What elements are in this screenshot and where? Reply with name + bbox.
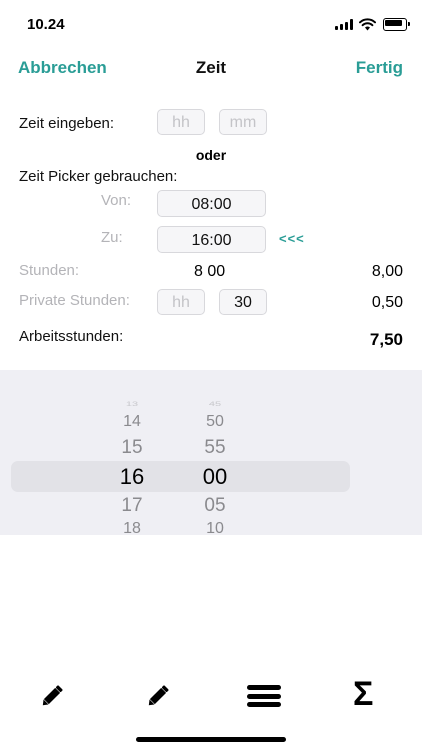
signal-icon: [335, 19, 353, 30]
minute-option[interactable]: 10: [185, 520, 245, 535]
status-time: 10.24: [27, 16, 65, 33]
zeit-eingeben-label: Zeit eingeben:: [19, 115, 115, 132]
private-stunden-label: Private Stunden:: [19, 292, 130, 309]
oder-label: oder: [195, 147, 227, 163]
minute-option-selected[interactable]: 00: [185, 464, 245, 490]
hour-option[interactable]: 15: [102, 437, 162, 459]
private-stunden-decimal: 0,50: [371, 294, 403, 311]
battery-icon: [383, 18, 410, 31]
arbeitsstunden-value: 7,50: [369, 330, 403, 349]
von-time-field[interactable]: 08:00: [157, 190, 266, 217]
stunden-value: 8 00: [194, 263, 226, 280]
minute-option[interactable]: 50: [185, 413, 245, 431]
arbeitsstunden-label: Arbeitsstunden:: [19, 328, 124, 345]
zu-time-field[interactable]: 16:00: [157, 226, 266, 253]
hour-option-selected[interactable]: 16: [102, 464, 162, 490]
stunden-label: Stunden:: [19, 262, 80, 279]
done-button[interactable]: Fertig: [356, 58, 403, 78]
pencil-icon[interactable]: [144, 682, 172, 710]
zu-label: Zu:: [101, 229, 123, 246]
menu-icon[interactable]: [247, 685, 281, 707]
hours-input[interactable]: hh: [157, 109, 205, 135]
von-label: Von:: [101, 192, 132, 209]
private-hours-input[interactable]: hh: [157, 289, 205, 315]
wifi-icon: [359, 18, 376, 31]
copy-arrow-button[interactable]: <<<: [279, 231, 305, 246]
pencil-icon[interactable]: [38, 682, 66, 710]
zeit-picker-label: Zeit Picker gebrauchen:: [19, 168, 178, 185]
private-minutes-input[interactable]: 30: [219, 289, 267, 315]
minutes-input[interactable]: mm: [219, 109, 267, 135]
minute-option[interactable]: 05: [185, 495, 245, 517]
hour-option[interactable]: 13: [102, 400, 162, 407]
minute-option[interactable]: 45: [185, 400, 245, 407]
hour-option[interactable]: 17: [102, 495, 162, 517]
home-indicator: [136, 737, 286, 742]
cancel-button[interactable]: Abbrechen: [18, 58, 107, 78]
hour-option[interactable]: 18: [102, 520, 162, 535]
sigma-icon[interactable]: Σ: [353, 676, 373, 712]
hour-option[interactable]: 14: [102, 413, 162, 431]
minute-option[interactable]: 55: [185, 437, 245, 459]
picker-selection-highlight: [11, 461, 350, 492]
stunden-decimal: 8,00: [371, 263, 403, 280]
